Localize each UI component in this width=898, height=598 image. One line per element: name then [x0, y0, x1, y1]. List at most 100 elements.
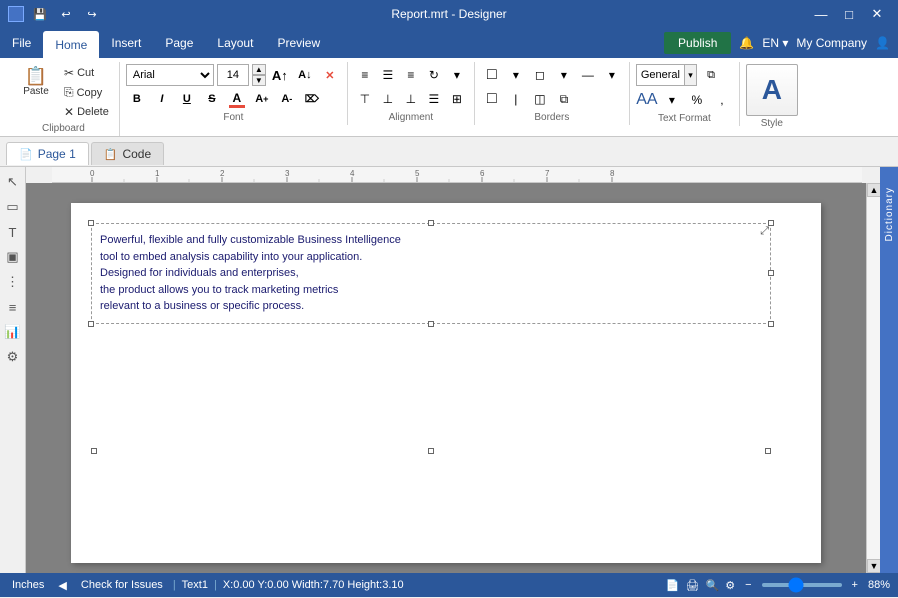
- rotate-button[interactable]: ↻: [423, 64, 445, 86]
- paste-button[interactable]: 📋 Paste: [14, 64, 58, 100]
- handle-bl[interactable]: [88, 321, 94, 327]
- align-bottom-button[interactable]: ⊥: [400, 88, 422, 110]
- font-size-increase2-button[interactable]: A+: [251, 88, 273, 110]
- right-panel[interactable]: Dictionary: [880, 167, 898, 573]
- font-color-button[interactable]: A: [226, 88, 248, 110]
- fill-dropdown-button[interactable]: ▾: [553, 64, 575, 86]
- zoom-minus-button[interactable]: −: [741, 579, 755, 591]
- menu-page[interactable]: Page: [153, 28, 205, 58]
- textformat-comma-button[interactable]: ,: [711, 89, 733, 111]
- language-selector[interactable]: EN ▾: [762, 36, 788, 50]
- menu-layout[interactable]: Layout: [205, 28, 265, 58]
- nav-prev-button[interactable]: ◀: [54, 579, 70, 592]
- border-button[interactable]: □: [481, 64, 503, 86]
- publish-button[interactable]: Publish: [664, 32, 731, 54]
- vertical-scrollbar[interactable]: ▲ ▼: [866, 183, 880, 573]
- format-general-button[interactable]: General: [636, 64, 685, 86]
- tab-code[interactable]: 📋 Code: [91, 142, 164, 165]
- delete-button[interactable]: ✕ Delete: [60, 103, 113, 121]
- indent-button[interactable]: ☰: [423, 88, 445, 110]
- line-dropdown-button[interactable]: ▾: [601, 64, 623, 86]
- menu-file[interactable]: File: [0, 28, 43, 58]
- style-button[interactable]: A: [746, 64, 798, 116]
- inches-button[interactable]: Inches: [8, 579, 48, 591]
- underline-button[interactable]: U: [176, 88, 198, 110]
- handle-rc[interactable]: [768, 270, 774, 276]
- align-center-button[interactable]: ☰: [377, 64, 399, 86]
- scroll-up-button[interactable]: ▲: [867, 183, 880, 197]
- close-button[interactable]: ✕: [864, 3, 890, 25]
- scroll-down-button[interactable]: ▼: [867, 559, 880, 573]
- tool-settings[interactable]: ⚙: [2, 346, 24, 368]
- clear-format-button[interactable]: ✕: [319, 64, 341, 86]
- check-issues-button[interactable]: Check for Issues: [77, 579, 167, 591]
- user-avatar[interactable]: 👤: [875, 36, 890, 50]
- copy-button[interactable]: ⎘ Copy: [60, 83, 113, 102]
- undo-button[interactable]: ↩: [56, 5, 76, 23]
- textformat-more-button[interactable]: ▾: [661, 89, 683, 111]
- resize-icon[interactable]: ⤢: [760, 225, 769, 238]
- zoom-plus-button[interactable]: +: [848, 579, 862, 591]
- zoom-slider[interactable]: [762, 583, 842, 587]
- textformat-content: General ▾ ⧉ AA ▾ % ,: [636, 64, 733, 111]
- align-right-button[interactable]: ≡: [400, 64, 422, 86]
- border-expand-button[interactable]: ⧉: [553, 88, 575, 110]
- tool-list[interactable]: ≡: [2, 296, 24, 318]
- shrink-font-button[interactable]: A↓: [294, 64, 316, 86]
- tool-chart[interactable]: 📊: [2, 321, 24, 343]
- font-size-down-button[interactable]: ▼: [252, 75, 266, 86]
- handle-lower-br[interactable]: [765, 448, 771, 454]
- handle-lower-bc[interactable]: [428, 448, 434, 454]
- font-size-input[interactable]: [217, 64, 249, 86]
- handle-br[interactable]: [768, 321, 774, 327]
- handle-lower-bl[interactable]: [91, 448, 97, 454]
- handle-bc[interactable]: [428, 321, 434, 327]
- bold-button[interactable]: B: [126, 88, 148, 110]
- align-top-button[interactable]: ⊤: [354, 88, 376, 110]
- cut-button[interactable]: ✂ Cut: [60, 64, 113, 82]
- font-size-decrease2-button[interactable]: A-: [276, 88, 298, 110]
- line-button[interactable]: —: [577, 64, 599, 86]
- handle-tl[interactable]: [88, 220, 94, 226]
- maximize-button[interactable]: □: [836, 3, 862, 25]
- tool-image[interactable]: ▣: [2, 246, 24, 268]
- font-family-select[interactable]: Arial: [126, 64, 214, 86]
- italic-button[interactable]: I: [151, 88, 173, 110]
- handle-tc[interactable]: [428, 220, 434, 226]
- fill-button[interactable]: ◻: [529, 64, 551, 86]
- text-box-container[interactable]: Powerful, flexible and fully customizabl…: [91, 223, 771, 324]
- minimize-button[interactable]: —: [808, 3, 834, 25]
- grow-font-button[interactable]: A↑: [269, 64, 291, 86]
- save-button[interactable]: 💾: [30, 5, 50, 23]
- strikethrough-button[interactable]: S: [201, 88, 223, 110]
- canvas-container[interactable]: Powerful, flexible and fully customizabl…: [26, 183, 866, 573]
- tool-pointer[interactable]: ↖: [2, 171, 24, 193]
- textformat-label: Text Format: [636, 113, 733, 124]
- align-left-button[interactable]: ≡: [354, 64, 376, 86]
- window-title: Report.mrt - Designer: [0, 7, 898, 21]
- menu-insert[interactable]: Insert: [99, 28, 153, 58]
- scroll-track[interactable]: [867, 197, 880, 559]
- clear-format2-button[interactable]: ⌦: [301, 88, 323, 110]
- more-align-button[interactable]: ▾: [446, 64, 468, 86]
- font-size-up-button[interactable]: ▲: [252, 64, 266, 75]
- textformat-pct-button[interactable]: %: [686, 89, 708, 111]
- menu-preview[interactable]: Preview: [265, 28, 332, 58]
- alignment-more-button[interactable]: ⊞: [446, 88, 468, 110]
- border-left-button[interactable]: |: [505, 88, 527, 110]
- border-dropdown-button[interactable]: ▾: [505, 64, 527, 86]
- textformat-expand-button[interactable]: ⧉: [700, 64, 722, 86]
- text-box[interactable]: Powerful, flexible and fully customizabl…: [91, 223, 771, 324]
- tool-text[interactable]: T: [2, 221, 24, 243]
- align-middle-button[interactable]: ⊥: [377, 88, 399, 110]
- style-aa-button[interactable]: AA: [636, 89, 658, 111]
- format-dropdown-button[interactable]: ▾: [685, 64, 697, 86]
- tool-rectangle[interactable]: ▭: [2, 196, 24, 218]
- notification-icon[interactable]: 🔔: [739, 36, 754, 50]
- redo-button[interactable]: ↪: [82, 5, 102, 23]
- tab-page1[interactable]: 📄 Page 1: [6, 142, 89, 165]
- menu-home[interactable]: Home: [43, 31, 99, 58]
- shadow-button[interactable]: ◫: [529, 88, 551, 110]
- border2-button[interactable]: □: [481, 88, 503, 110]
- tool-grid[interactable]: ⋮: [2, 271, 24, 293]
